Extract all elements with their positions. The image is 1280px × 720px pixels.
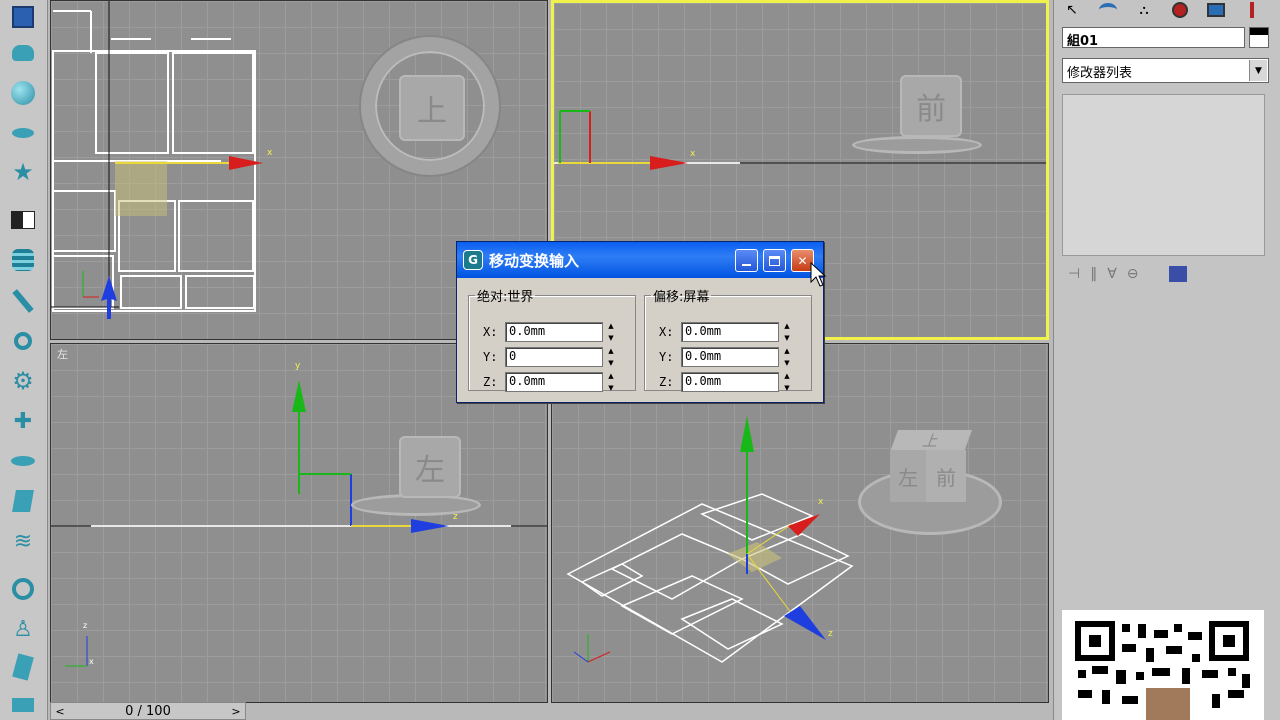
offset-x-spinner[interactable]: ▲ ▼ xyxy=(781,322,793,342)
material-icon[interactable] xyxy=(8,652,38,682)
offset-y-spinner[interactable]: ▲ ▼ xyxy=(781,347,793,367)
x-axis-arrow xyxy=(650,156,688,170)
viewcube-top[interactable]: 上 xyxy=(399,75,465,141)
absolute-z-field[interactable]: 0.0mm xyxy=(505,372,603,392)
svg-text:x: x xyxy=(818,497,824,507)
biped-icon[interactable]: ♙ xyxy=(8,614,38,644)
qr-code-pattern xyxy=(1075,621,1250,720)
cloth-icon[interactable] xyxy=(8,486,38,516)
field-label: Y: xyxy=(659,350,674,364)
cylinder-stack-icon[interactable] xyxy=(8,245,38,275)
viewcube-face-left: 左 xyxy=(890,450,926,502)
svg-text:z: z xyxy=(828,629,833,639)
field-label: Y: xyxy=(483,350,498,364)
remove-modifier-icon[interactable]: ⊖ xyxy=(1127,266,1139,282)
stack-toolbar: ⊣ ‖ ∀ ⊖ xyxy=(1068,262,1268,286)
knot-icon[interactable] xyxy=(8,574,38,604)
minimize-button[interactable] xyxy=(735,249,758,272)
modifier-list-dropdown[interactable]: 修改器列表 ▼ xyxy=(1062,58,1269,83)
absolute-y-field[interactable]: 0 xyxy=(505,347,603,367)
svg-text:y: y xyxy=(295,361,301,371)
layer-icon[interactable] xyxy=(8,205,38,235)
time-next-button[interactable]: > xyxy=(227,703,245,719)
show-end-icon[interactable]: ‖ xyxy=(1090,266,1097,282)
offset-y-field[interactable]: 0.0mm xyxy=(681,347,779,367)
offset-z-field[interactable]: 0.0mm xyxy=(681,372,779,392)
qr-code-image xyxy=(1062,610,1264,720)
pin-icon[interactable]: ✚ xyxy=(8,406,38,436)
selection-gizmo-plane xyxy=(115,161,167,216)
mouse-cursor xyxy=(810,262,826,287)
absolute-y-spinner[interactable]: ▲ ▼ xyxy=(605,347,617,367)
x-axis-arrow xyxy=(788,514,820,536)
maximize-button[interactable] xyxy=(763,249,786,272)
time-value: 0 / 100 xyxy=(125,703,171,719)
teapot-icon[interactable] xyxy=(8,38,38,68)
svg-text:x: x xyxy=(267,148,273,158)
modifier-stack[interactable] xyxy=(1062,94,1265,256)
z-axis-arrow xyxy=(411,519,449,533)
viewcube-face-front: 前 xyxy=(926,450,966,502)
svg-text:x: x xyxy=(89,657,94,666)
modifier-list-label: 修改器列表 xyxy=(1067,66,1133,81)
render-icon[interactable] xyxy=(8,690,38,720)
offset-x-field[interactable]: 0.0mm xyxy=(681,322,779,342)
star-icon[interactable]: ★ xyxy=(8,157,38,187)
wand-icon[interactable] xyxy=(8,286,38,316)
absolute-z-spinner[interactable]: ▲ ▼ xyxy=(605,372,617,392)
svg-text:z: z xyxy=(83,621,87,630)
display-icon[interactable] xyxy=(1202,0,1230,20)
close-icon: ✕ xyxy=(797,253,808,268)
dialog-titlebar[interactable]: G 移动变换输入 ✕ xyxy=(457,242,823,278)
absolute-world-group: 绝对:世界 X: 0.0mm ▲ ▼ Y: 0 ▲ ▼ Z: 0.0mm ▲ ▼ xyxy=(468,286,636,392)
command-panel: ↖ ⛬ 組01 修改器列表 ▼ ⊣ ‖ ∀ ⊖ xyxy=(1053,0,1280,720)
left-toolbar: ★ ⚙ ✚ ≋ ♙ xyxy=(0,0,48,720)
viewcube-base xyxy=(852,136,982,154)
move-transform-dialog: G 移动变换输入 ✕ 绝对:世界 X: 0.0mm ▲ ▼ Y: 0 ▲ ▼ Z: … xyxy=(456,241,824,403)
field-label: Z: xyxy=(659,375,674,389)
gear-icon[interactable]: ⚙ xyxy=(8,366,38,396)
offset-screen-group: 偏移:屏幕 X: 0.0mm ▲ ▼ Y: 0.0mm ▲ ▼ Z: 0.0mm ▲… xyxy=(644,286,812,392)
dialog-title: 移动变换输入 xyxy=(489,251,580,270)
chevron-down-icon[interactable]: ▼ xyxy=(1249,60,1267,81)
motion-icon[interactable] xyxy=(1166,0,1194,20)
time-prev-button[interactable]: < xyxy=(51,703,69,719)
app-logo-icon: G xyxy=(463,250,483,270)
object-color-swatch[interactable] xyxy=(1249,27,1269,48)
svg-text:x: x xyxy=(690,149,696,159)
water-icon[interactable]: ≋ xyxy=(8,526,38,556)
wave-icon[interactable] xyxy=(8,446,38,476)
field-label: X: xyxy=(483,325,498,339)
pin-stack-icon[interactable]: ⊣ xyxy=(1068,266,1080,282)
viewcube-perspective[interactable]: 上 左 前 xyxy=(886,430,976,520)
sphere-icon[interactable] xyxy=(8,78,38,108)
y-axis-arrow xyxy=(740,416,754,452)
absolute-x-spinner[interactable]: ▲ ▼ xyxy=(605,322,617,342)
viewcube-label: 左 xyxy=(415,453,445,488)
object-name-field[interactable]: 組01 xyxy=(1062,27,1245,49)
viewcube-face-top: 上 xyxy=(889,430,973,452)
utilities-icon[interactable] xyxy=(1238,0,1266,20)
make-unique-icon[interactable]: ∀ xyxy=(1107,266,1117,282)
field-label: X: xyxy=(659,325,674,339)
box-icon[interactable] xyxy=(8,2,38,32)
configure-icon[interactable] xyxy=(1168,266,1187,282)
hierarchy-icon[interactable]: ⛬ xyxy=(1130,0,1158,20)
viewcube-label: 前 xyxy=(916,92,946,127)
time-slider[interactable]: < 0 / 100 > xyxy=(50,702,246,720)
field-label: Z: xyxy=(483,375,498,389)
x-axis-arrow xyxy=(229,156,263,170)
y-axis-arrow xyxy=(292,380,306,412)
modify-icon[interactable] xyxy=(1094,0,1122,20)
absolute-x-field[interactable]: 0.0mm xyxy=(505,322,603,342)
group-label: 绝对:世界 xyxy=(477,290,534,305)
lathe-icon[interactable] xyxy=(8,118,38,148)
group-label: 偏移:屏幕 xyxy=(653,290,710,305)
viewcube-front[interactable]: 前 xyxy=(900,75,962,137)
offset-z-spinner[interactable]: ▲ ▼ xyxy=(781,372,793,392)
magnet-icon[interactable] xyxy=(8,326,38,356)
create-icon[interactable]: ↖ xyxy=(1058,0,1086,20)
viewcube-label: 上 xyxy=(417,94,447,129)
viewcube-left[interactable]: 左 xyxy=(399,436,461,498)
